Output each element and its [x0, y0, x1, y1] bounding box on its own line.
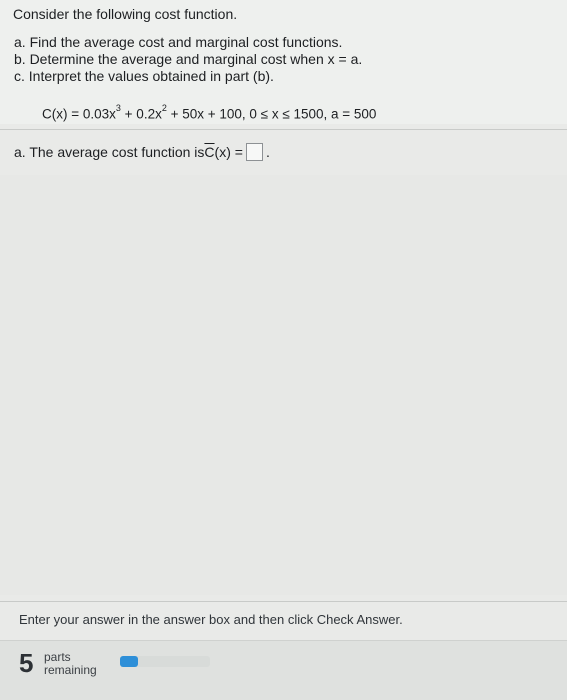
answer-input-box[interactable]: [245, 143, 263, 161]
instructions-text: Enter your answer in the answer box and …: [19, 612, 403, 627]
answer-period: .: [265, 144, 270, 160]
formula-mid: + 0.2x: [120, 106, 162, 122]
progress-bar-fill: [120, 656, 138, 667]
divider-bottom: [0, 601, 567, 602]
question-part-b: b. Determine the average and marginal co…: [14, 51, 363, 67]
parts-label-line2: remaining: [44, 663, 97, 677]
formula-rest: + 50x + 100, 0 ≤ x ≤ 1500, a = 500: [166, 106, 377, 122]
formula-exponent-2: 2: [161, 103, 167, 113]
parts-remaining-label: parts remaining: [44, 651, 97, 677]
question-panel: Consider the following cost function. a.…: [0, 0, 567, 124]
answer-line: a. The average cost function is C (x) = …: [14, 143, 270, 161]
question-part-a: a. Find the average cost and marginal co…: [14, 34, 343, 50]
formula-exponent-3: 3: [115, 103, 121, 113]
divider-top: [0, 129, 567, 130]
work-area: [0, 175, 567, 595]
formula-lhs: C(x) = 0.03x: [42, 106, 116, 122]
question-intro: Consider the following cost function.: [13, 6, 238, 22]
question-part-c: c. Interpret the values obtained in part…: [14, 68, 274, 84]
average-cost-symbol: C: [204, 144, 215, 160]
progress-bar: [120, 656, 210, 667]
cost-function-formula: C(x) = 0.03x3 + 0.2x2 + 50x + 100, 0 ≤ x…: [42, 103, 377, 122]
parts-remaining-count: 5: [19, 648, 34, 678]
answer-prefix: a. The average cost function is: [14, 144, 205, 160]
answer-suffix: (x) =: [214, 144, 243, 160]
